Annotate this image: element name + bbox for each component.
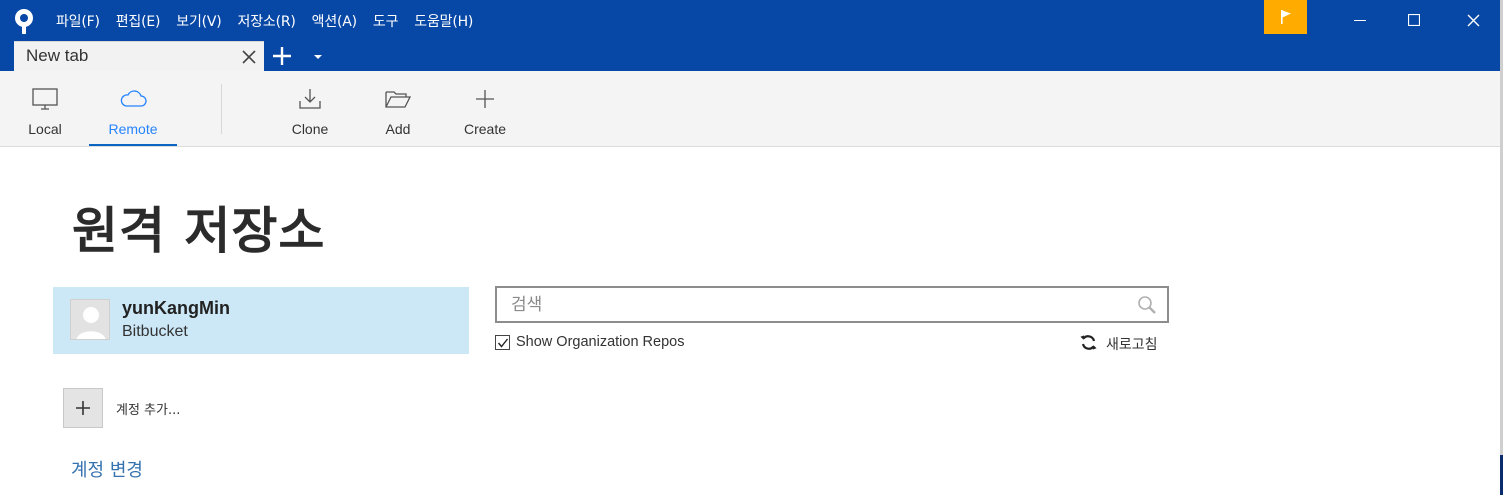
- add-account-label[interactable]: 계정 추가...: [116, 399, 180, 418]
- menu-tools[interactable]: 도구: [365, 10, 406, 34]
- add-label: Add: [385, 121, 411, 137]
- avatar: [70, 299, 110, 340]
- download-icon: [295, 85, 325, 113]
- account-list-item[interactable]: yunKangMin Bitbucket: [53, 287, 469, 354]
- account-host: Bitbucket: [122, 323, 188, 340]
- change-account-link[interactable]: 계정 변경: [71, 456, 143, 482]
- refresh-label[interactable]: 새로고침: [1106, 334, 1158, 354]
- show-org-repos-checkbox[interactable]: [495, 335, 510, 350]
- tab-dropdown-chevron-down-icon[interactable]: [311, 50, 325, 64]
- title-bar: 파일(F) 편집(E) 보기(V) 저장소(R) 액션(A) 도구 도움말(H)…: [0, 0, 1500, 71]
- close-icon: [1467, 14, 1479, 26]
- sourcetree-logo-icon[interactable]: [12, 8, 36, 34]
- clone-button[interactable]: Clone: [282, 71, 338, 146]
- menu-bar: 파일(F) 편집(E) 보기(V) 저장소(R) 액션(A) 도구 도움말(H): [48, 10, 481, 34]
- add-account-button[interactable]: [63, 388, 103, 428]
- create-label: Create: [463, 121, 507, 137]
- toolbar-divider: [221, 84, 222, 134]
- tab-new[interactable]: New tab: [14, 41, 264, 71]
- search-box: [495, 286, 1169, 323]
- plus-icon: [76, 401, 90, 415]
- search-input[interactable]: [511, 290, 1121, 319]
- minimize-icon: [1354, 20, 1366, 21]
- monitor-icon: [30, 85, 60, 113]
- remote-button[interactable]: Remote: [89, 71, 177, 146]
- close-window-button[interactable]: [1446, 0, 1500, 40]
- new-tab-plus-icon[interactable]: [270, 44, 294, 68]
- flag-button[interactable]: [1264, 0, 1307, 34]
- remote-label: Remote: [108, 121, 158, 137]
- refresh-icon[interactable]: [1080, 334, 1097, 351]
- minimize-button[interactable]: [1333, 0, 1387, 40]
- flag-icon: [1280, 10, 1291, 24]
- menu-file[interactable]: 파일(F): [48, 10, 108, 34]
- account-name: yunKangMin: [122, 298, 230, 318]
- create-button[interactable]: Create: [455, 71, 515, 146]
- tab-close-icon[interactable]: [240, 48, 258, 66]
- menu-view[interactable]: 보기(V): [168, 10, 229, 34]
- search-icon[interactable]: [1137, 295, 1157, 315]
- tab-label: New tab: [26, 46, 89, 65]
- local-label: Local: [28, 121, 62, 137]
- menu-repository[interactable]: 저장소(R): [230, 10, 304, 34]
- toolbar: Local Remote Clone Add Create: [0, 71, 1500, 147]
- menu-help[interactable]: 도움말(H): [406, 10, 481, 34]
- menu-edit[interactable]: 편집(E): [108, 10, 169, 34]
- plus-icon: [470, 85, 500, 113]
- page-title: 원격 저장소: [72, 202, 326, 260]
- clone-label: Clone: [291, 121, 329, 137]
- folder-open-icon: [383, 85, 413, 113]
- checkmark-icon: [497, 338, 508, 348]
- cloud-icon: [118, 85, 148, 113]
- show-org-repos-label[interactable]: Show Organization Repos: [516, 334, 684, 350]
- maximize-button[interactable]: [1387, 0, 1441, 40]
- add-button[interactable]: Add: [370, 71, 426, 146]
- local-button[interactable]: Local: [18, 71, 72, 146]
- menu-actions[interactable]: 액션(A): [304, 10, 365, 34]
- maximize-icon: [1408, 14, 1420, 26]
